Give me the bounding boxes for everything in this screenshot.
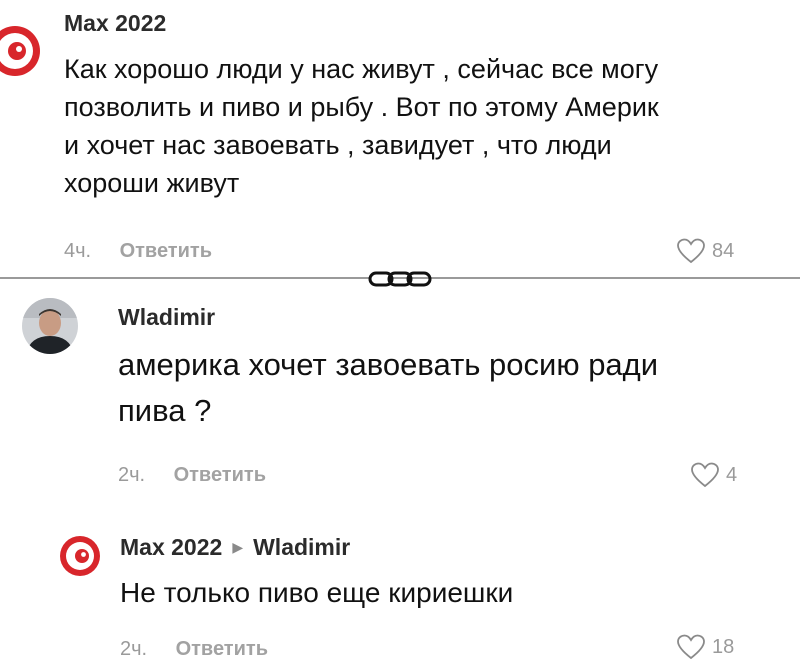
comment-text-line: пива ? — [118, 393, 212, 428]
comment-meta: 4ч. Ответить — [64, 240, 212, 263]
comment-text-line: америка хочет завоевать росию ради — [118, 347, 659, 382]
comment-timestamp: 2ч. — [120, 638, 148, 660]
reply-button[interactable]: Ответить — [174, 464, 266, 487]
comment-text: Не только пиво еще кириешки — [120, 574, 760, 612]
heart-icon — [677, 238, 705, 264]
reply-button[interactable]: Ответить — [120, 240, 212, 263]
like-count: 18 — [712, 635, 735, 658]
reply-to-author[interactable]: Wladimir — [253, 534, 350, 561]
comment-3-reply: Max 2022 ▶ Wladimir Не только пиво еще к… — [0, 520, 800, 671]
comment-author[interactable]: Wladimir — [118, 304, 215, 331]
user-photo-avatar[interactable] — [22, 298, 78, 354]
comment-2: Wladimir америка хочет завоевать росию р… — [0, 280, 800, 500]
like-button[interactable]: 18 — [676, 634, 734, 660]
comment-text: америка хочет завоевать росию ради пива … — [118, 342, 778, 434]
comment-text-line: и хочет нас завоевать , завидует , что л… — [64, 130, 612, 160]
comment-author[interactable]: Max 2022 — [120, 534, 222, 561]
reply-arrow-icon: ▶ — [232, 539, 244, 555]
comment-text-line: Как хорошо люди у нас живут , сейчас все… — [64, 54, 659, 84]
comment-text: Как хорошо люди у нас живут , сейчас все… — [64, 50, 800, 202]
reply-author-line: Max 2022 ▶ Wladimir — [120, 534, 350, 561]
like-count: 84 — [712, 239, 735, 262]
comment-text-line: хороши живут — [64, 168, 240, 198]
comment-text-line: Не только пиво еще кириешки — [120, 577, 514, 608]
comment-timestamp: 2ч. — [118, 464, 146, 486]
comment-meta: 2ч. Ответить — [120, 638, 268, 661]
heart-icon — [677, 634, 705, 660]
like-count: 4 — [726, 463, 738, 486]
red-eye-avatar-icon[interactable] — [0, 22, 44, 80]
reply-button[interactable]: Ответить — [176, 638, 268, 661]
heart-icon — [691, 462, 719, 488]
comment-1: Max 2022 Как хорошо люди у нас живут , с… — [0, 0, 800, 280]
like-button[interactable]: 4 — [690, 462, 737, 488]
red-eye-avatar-icon[interactable] — [56, 532, 104, 580]
comment-author[interactable]: Max 2022 — [64, 10, 166, 37]
comment-timestamp: 4ч. — [64, 240, 92, 262]
like-button[interactable]: 84 — [676, 238, 734, 264]
comment-meta: 2ч. Ответить — [118, 464, 266, 487]
comment-text-line: позволить и пиво и рыбу . Вот по этому А… — [64, 92, 659, 122]
